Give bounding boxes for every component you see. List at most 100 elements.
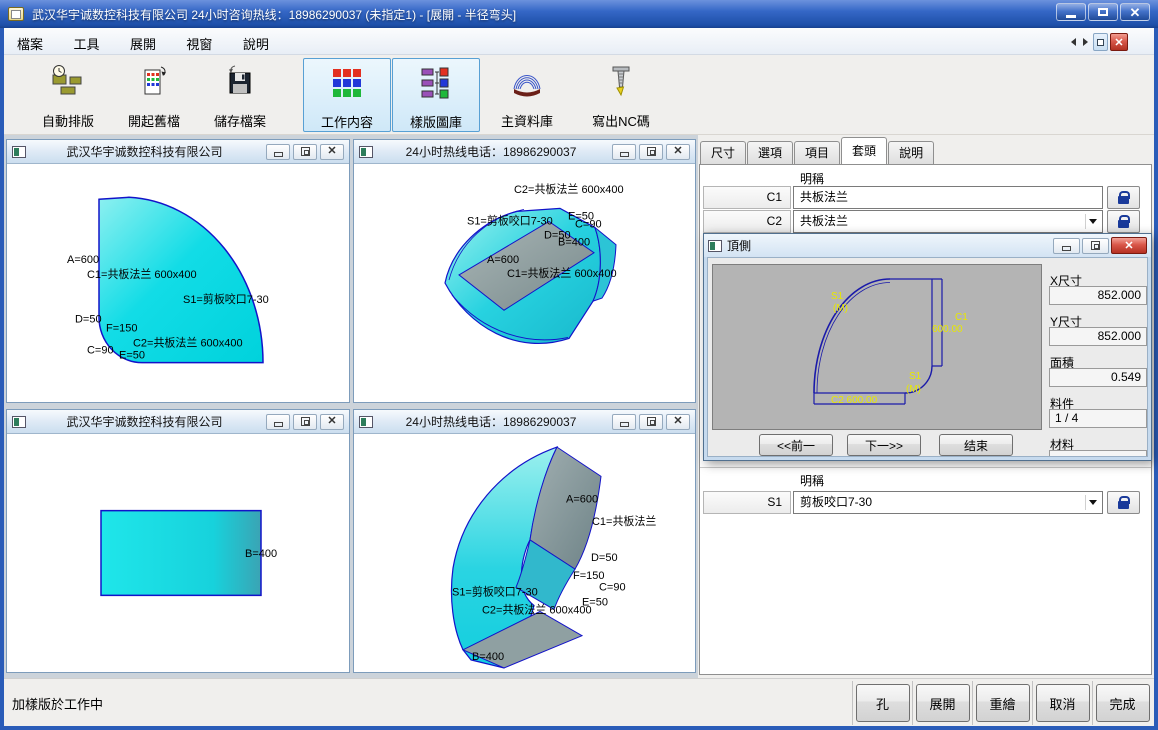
close-icon: ✕ bbox=[1124, 239, 1133, 252]
child-close-button[interactable]: ✕ bbox=[320, 414, 344, 430]
menu-help[interactable]: 說明 bbox=[230, 28, 282, 55]
toolbar-template-library-button[interactable]: 樣版圖庫 bbox=[392, 58, 480, 132]
mdi-close-button[interactable]: ✕ bbox=[1110, 33, 1128, 51]
chevron-down-icon[interactable] bbox=[1085, 214, 1100, 229]
c1-value-field[interactable]: 共板法兰 bbox=[793, 186, 1103, 209]
child-minimize-button[interactable] bbox=[266, 144, 290, 160]
dim-label: A=600 bbox=[487, 254, 519, 266]
mdi-workspace: 武汉华宇诚数控科技有限公司 ✕ A=600 C1=共板法兰 600x400 S1… bbox=[4, 135, 698, 678]
seam-label: (M) bbox=[906, 384, 921, 395]
redraw-button[interactable]: 重繪 bbox=[976, 684, 1030, 722]
dim-label: S1=剪板咬口7-30 bbox=[183, 292, 269, 306]
drawing-icon bbox=[12, 416, 26, 428]
menu-tools[interactable]: 工具 bbox=[60, 28, 112, 55]
child-restore-button[interactable] bbox=[639, 144, 663, 160]
unfold-button[interactable]: 展開 bbox=[916, 684, 970, 722]
seam-label: (M) bbox=[833, 303, 848, 314]
drawing-area[interactable]: A=600 C1=共板法兰 D=50 F=150 C=90 E=50 S1=剪板… bbox=[354, 434, 695, 672]
tab-options[interactable]: 選項 bbox=[747, 141, 793, 164]
connection-row-c2: C2 共板法兰 bbox=[703, 210, 1140, 233]
child-title-bar[interactable]: 武汉华宇诚数控科技有限公司 ✕ bbox=[7, 410, 349, 434]
part-field: 1 / 4 bbox=[1049, 409, 1147, 428]
dim-label: C2=共板法兰 600x400 bbox=[133, 335, 243, 349]
dialog-minimize-button[interactable] bbox=[1053, 238, 1080, 254]
toolbar-button-label: 寫出NC碼 bbox=[574, 111, 668, 130]
drawing-area[interactable]: A=600 C1=共板法兰 600x400 S1=剪板咬口7-30 D=50 F… bbox=[7, 164, 349, 402]
toolbar-save-file-button[interactable]: 儲存檔案 bbox=[198, 58, 282, 132]
seam-label: S1 bbox=[909, 371, 922, 382]
connection-row-s1: S1 剪板咬口7-30 bbox=[703, 491, 1140, 514]
status-bar: 加樣版於工作中 孔 展開 重繪 取消 完成 bbox=[4, 678, 1154, 726]
next-button[interactable]: 下一>> bbox=[847, 434, 921, 456]
minimize-icon bbox=[620, 152, 629, 157]
name-column-header: 明稱 bbox=[800, 472, 824, 489]
menu-file[interactable]: 檔案 bbox=[4, 28, 56, 55]
tab-help[interactable]: 說明 bbox=[888, 141, 934, 164]
tab-items[interactable]: 項目 bbox=[794, 141, 840, 164]
child-minimize-button[interactable] bbox=[266, 414, 290, 430]
drawing-icon bbox=[359, 416, 373, 428]
toolbar-work-content-button[interactable]: 工作内容 bbox=[303, 58, 391, 132]
menu-window[interactable]: 視窗 bbox=[173, 28, 225, 55]
dialog-close-button[interactable]: ✕ bbox=[1111, 237, 1147, 254]
child-close-button[interactable]: ✕ bbox=[666, 414, 690, 430]
tab-connections[interactable]: 套頭 bbox=[841, 137, 887, 164]
dialog-restore-button[interactable] bbox=[1082, 238, 1109, 254]
s1-lock-button[interactable] bbox=[1107, 491, 1140, 514]
edge-label: C2 600.00 bbox=[831, 395, 878, 406]
toolbar-main-database-button[interactable]: 主資料庫 bbox=[484, 58, 570, 132]
row-key: S1 bbox=[703, 491, 791, 514]
child-title-bar[interactable]: 24小时热线电话：18986290037 ✕ bbox=[354, 410, 695, 434]
cancel-button[interactable]: 取消 bbox=[1036, 684, 1090, 722]
toolbar-write-nc-button[interactable]: 寫出NC碼 bbox=[574, 58, 668, 132]
next-arrow-icon[interactable] bbox=[1083, 38, 1088, 46]
c1-lock-button[interactable] bbox=[1107, 186, 1140, 209]
main-database-icon bbox=[509, 64, 545, 100]
piece-preview-canvas[interactable]: S1 (M) C1 600.00 S1 (M) C2 600.00 bbox=[712, 264, 1042, 430]
dialog-title-bar[interactable]: 頂側 ✕ bbox=[704, 234, 1151, 257]
row-key: C1 bbox=[703, 186, 791, 209]
hole-button[interactable]: 孔 bbox=[856, 684, 910, 722]
child-restore-button[interactable] bbox=[293, 414, 317, 430]
done-button[interactable]: 完成 bbox=[1096, 684, 1150, 722]
status-text: 加樣版於工作中 bbox=[12, 694, 103, 713]
dim-label: D=50 bbox=[591, 552, 618, 564]
mdi-restore-button[interactable] bbox=[1093, 33, 1108, 51]
s1-combobox[interactable]: 剪板咬口7-30 bbox=[793, 491, 1103, 514]
lock-icon bbox=[1118, 196, 1129, 204]
prev-arrow-icon[interactable] bbox=[1071, 38, 1076, 46]
child-restore-button[interactable] bbox=[639, 414, 663, 430]
chevron-down-icon[interactable] bbox=[1085, 495, 1100, 510]
minimize-icon bbox=[1066, 15, 1076, 18]
toolbar: 自動排版 開起舊檔 儲存檔案 工作内容 bbox=[4, 55, 1154, 135]
minimize-icon bbox=[274, 422, 283, 427]
toolbar-open-file-button[interactable]: 開起舊檔 bbox=[112, 58, 196, 132]
child-title-bar[interactable]: 武汉华宇诚数控科技有限公司 ✕ bbox=[7, 140, 349, 164]
child-close-button[interactable]: ✕ bbox=[320, 144, 344, 160]
c1-value: 共板法兰 bbox=[800, 190, 848, 204]
close-button[interactable]: ✕ bbox=[1120, 3, 1150, 21]
maximize-button[interactable] bbox=[1088, 3, 1118, 21]
edge-value: 600.00 bbox=[932, 324, 963, 335]
child-close-button[interactable]: ✕ bbox=[666, 144, 690, 160]
child-minimize-button[interactable] bbox=[612, 144, 636, 160]
finish-button[interactable]: 结束 bbox=[939, 434, 1013, 456]
child-title-bar[interactable]: 24小时热线电话：18986290037 ✕ bbox=[354, 140, 695, 164]
tab-dimensions[interactable]: 尺寸 bbox=[700, 141, 746, 164]
dialog-title: 頂側 bbox=[727, 237, 1051, 254]
s1-value: 剪板咬口7-30 bbox=[800, 495, 872, 509]
toolbar-auto-layout-button[interactable]: 自動排版 bbox=[26, 58, 110, 132]
drawing-area[interactable]: B=400 bbox=[7, 434, 349, 672]
child-restore-button[interactable] bbox=[293, 144, 317, 160]
minimize-button[interactable] bbox=[1056, 3, 1086, 21]
c2-combobox[interactable]: 共板法兰 bbox=[793, 210, 1103, 233]
close-icon: ✕ bbox=[673, 146, 682, 157]
dim-label: C1=共板法兰 bbox=[592, 514, 656, 528]
child-window-3d-view-bottom: 24小时热线电话：18986290037 ✕ bbox=[353, 409, 696, 673]
c2-lock-button[interactable] bbox=[1107, 210, 1140, 233]
previous-button[interactable]: <<前一 bbox=[759, 434, 833, 456]
menu-unfold[interactable]: 展開 bbox=[117, 28, 169, 55]
drawing-area[interactable]: C2=共板法兰 600x400 S1=剪板咬口7-30 E=50 C=90 D=… bbox=[354, 164, 695, 402]
child-minimize-button[interactable] bbox=[612, 414, 636, 430]
app-icon bbox=[8, 7, 24, 21]
